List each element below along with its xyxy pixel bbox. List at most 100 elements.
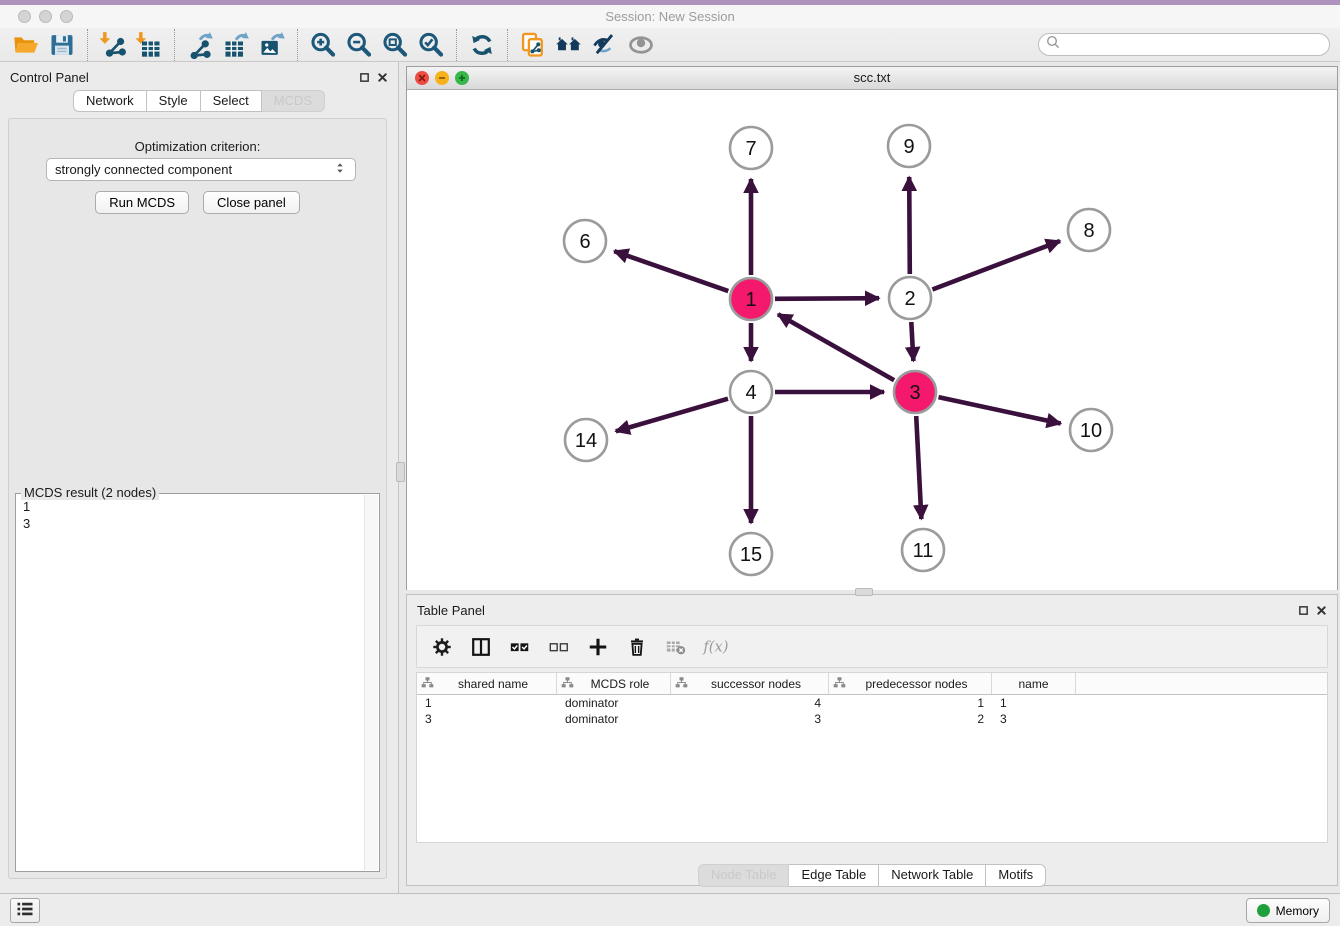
zoom-out-icon[interactable] xyxy=(341,30,377,60)
show-graphics-details-icon[interactable] xyxy=(623,30,659,60)
graph-node-4[interactable]: 4 xyxy=(730,371,772,413)
window-title: Session: New Session xyxy=(0,9,1340,24)
zoom-selected-icon[interactable] xyxy=(413,30,449,60)
graph-edge-3-10[interactable] xyxy=(939,397,1061,423)
table-panel: Table Panel f(x) shared nameMCDS rolesuc… xyxy=(406,594,1338,886)
split-columns-icon[interactable] xyxy=(466,632,496,662)
column-header-successor-nodes[interactable]: successor nodes xyxy=(671,673,829,694)
refresh-layout-icon[interactable] xyxy=(464,30,500,60)
column-type-icon xyxy=(675,676,688,692)
graph-node-8[interactable]: 8 xyxy=(1068,209,1110,251)
graph-edge-3-1[interactable] xyxy=(778,314,894,380)
add-row-icon[interactable] xyxy=(583,632,613,662)
graph-node-1[interactable]: 1 xyxy=(730,278,772,320)
column-type-icon xyxy=(561,676,574,692)
close-panel-button[interactable]: Close panel xyxy=(203,191,300,214)
control-panel-header: Control Panel xyxy=(0,62,398,90)
open-icon[interactable] xyxy=(8,30,44,60)
table-cell[interactable]: 4 xyxy=(671,696,829,710)
table-cell[interactable]: 3 xyxy=(992,712,1076,726)
column-header-name[interactable]: name xyxy=(992,673,1076,694)
memory-button[interactable]: Memory xyxy=(1246,898,1330,923)
graph-edge-3-11[interactable] xyxy=(916,416,921,519)
tab-network-table[interactable]: Network Table xyxy=(879,864,986,887)
node-table-header: shared nameMCDS rolesuccessor nodesprede… xyxy=(417,673,1327,695)
graph-node-10[interactable]: 10 xyxy=(1070,409,1112,451)
table-cell[interactable]: 1 xyxy=(829,696,992,710)
graph-node-6[interactable]: 6 xyxy=(564,220,606,262)
tab-network[interactable]: Network xyxy=(73,90,147,112)
tab-style[interactable]: Style xyxy=(147,90,201,112)
column-label: name xyxy=(996,677,1075,691)
table-cell[interactable]: dominator xyxy=(557,712,671,726)
tab-select[interactable]: Select xyxy=(201,90,262,112)
mcds-result-box[interactable]: MCDS result (2 nodes) 1 3 xyxy=(15,493,380,872)
home-pages-icon[interactable] xyxy=(551,30,587,60)
graph-edge-2-3[interactable] xyxy=(911,322,913,361)
table-cell[interactable]: 1 xyxy=(992,696,1076,710)
table-cell[interactable]: 2 xyxy=(829,712,992,726)
zoom-in-icon[interactable] xyxy=(305,30,341,60)
close-table-panel-icon[interactable] xyxy=(1316,603,1327,621)
table-cell[interactable]: 3 xyxy=(417,712,557,726)
graph-edge-1-6[interactable] xyxy=(614,251,728,291)
export-image-icon[interactable] xyxy=(254,30,290,60)
save-icon[interactable] xyxy=(44,30,80,60)
column-header-shared-name[interactable]: shared name xyxy=(417,673,557,694)
column-header-mcds-role[interactable]: MCDS role xyxy=(557,673,671,694)
close-panel-icon[interactable] xyxy=(377,70,388,88)
graph-node-3[interactable]: 3 xyxy=(894,371,936,413)
svg-text:f(x): f(x) xyxy=(702,638,728,655)
float-table-panel-icon[interactable] xyxy=(1298,603,1309,621)
tab-node-table[interactable]: Node Table xyxy=(698,864,790,887)
import-network-icon[interactable] xyxy=(95,30,131,60)
select-all-icon[interactable] xyxy=(505,632,535,662)
result-scrollbar[interactable] xyxy=(364,495,378,870)
graph-node-label: 3 xyxy=(909,382,920,404)
deselect-all-icon[interactable] xyxy=(544,632,574,662)
panel-splitter-handle[interactable] xyxy=(396,462,405,482)
control-panel-tabs: NetworkStyleSelectMCDS xyxy=(0,90,398,112)
toolbar-separator xyxy=(507,29,508,61)
settings-icon[interactable] xyxy=(427,632,457,662)
column-type-icon xyxy=(421,676,434,692)
mcds-panel: Optimization criterion: strongly connect… xyxy=(8,118,387,879)
tab-motifs[interactable]: Motifs xyxy=(986,864,1046,887)
tab-mcds[interactable]: MCDS xyxy=(262,90,325,112)
delete-row-icon[interactable] xyxy=(622,632,652,662)
graph-node-label: 6 xyxy=(579,231,590,253)
toolbar-separator xyxy=(87,29,88,61)
graph-node-15[interactable]: 15 xyxy=(730,533,772,575)
table-cell[interactable]: 1 xyxy=(417,696,557,710)
run-mcds-button[interactable]: Run MCDS xyxy=(95,191,189,214)
search-input[interactable] xyxy=(1064,35,1329,54)
graph-node-7[interactable]: 7 xyxy=(730,127,772,169)
main-toolbar xyxy=(0,28,1340,62)
task-history-button[interactable] xyxy=(10,898,40,923)
export-table-icon[interactable] xyxy=(218,30,254,60)
table-cell[interactable]: dominator xyxy=(557,696,671,710)
graph-edge-2-8[interactable] xyxy=(932,241,1060,290)
select-chevrons-icon xyxy=(333,161,347,178)
graph-edge-4-14[interactable] xyxy=(616,399,728,432)
delete-table-icon xyxy=(661,632,691,662)
network-splitter-handle[interactable] xyxy=(855,588,873,596)
graph-node-9[interactable]: 9 xyxy=(888,125,930,167)
optimization-criterion-select[interactable]: strongly connected component xyxy=(46,158,356,181)
column-header-predecessor-nodes[interactable]: predecessor nodes xyxy=(829,673,992,694)
export-network-icon[interactable] xyxy=(182,30,218,60)
graph-node-11[interactable]: 11 xyxy=(902,529,944,571)
zoom-fit-icon[interactable] xyxy=(377,30,413,60)
float-panel-icon[interactable] xyxy=(359,70,370,88)
network-canvas[interactable]: 7 9 6 8 1 2 4 3 14 10 15 11 xyxy=(407,90,1337,590)
table-cell[interactable]: 3 xyxy=(671,712,829,726)
graph-edge-1-2[interactable] xyxy=(775,298,879,299)
table-toolbar: f(x) xyxy=(416,625,1328,668)
import-table-icon[interactable] xyxy=(131,30,167,60)
copy-network-icon[interactable] xyxy=(515,30,551,60)
graph-node-2[interactable]: 2 xyxy=(889,277,931,319)
graph-edge-2-9[interactable] xyxy=(909,177,910,274)
hide-graphics-details-icon[interactable] xyxy=(587,30,623,60)
tab-edge-table[interactable]: Edge Table xyxy=(789,864,879,887)
graph-node-14[interactable]: 14 xyxy=(565,419,607,461)
